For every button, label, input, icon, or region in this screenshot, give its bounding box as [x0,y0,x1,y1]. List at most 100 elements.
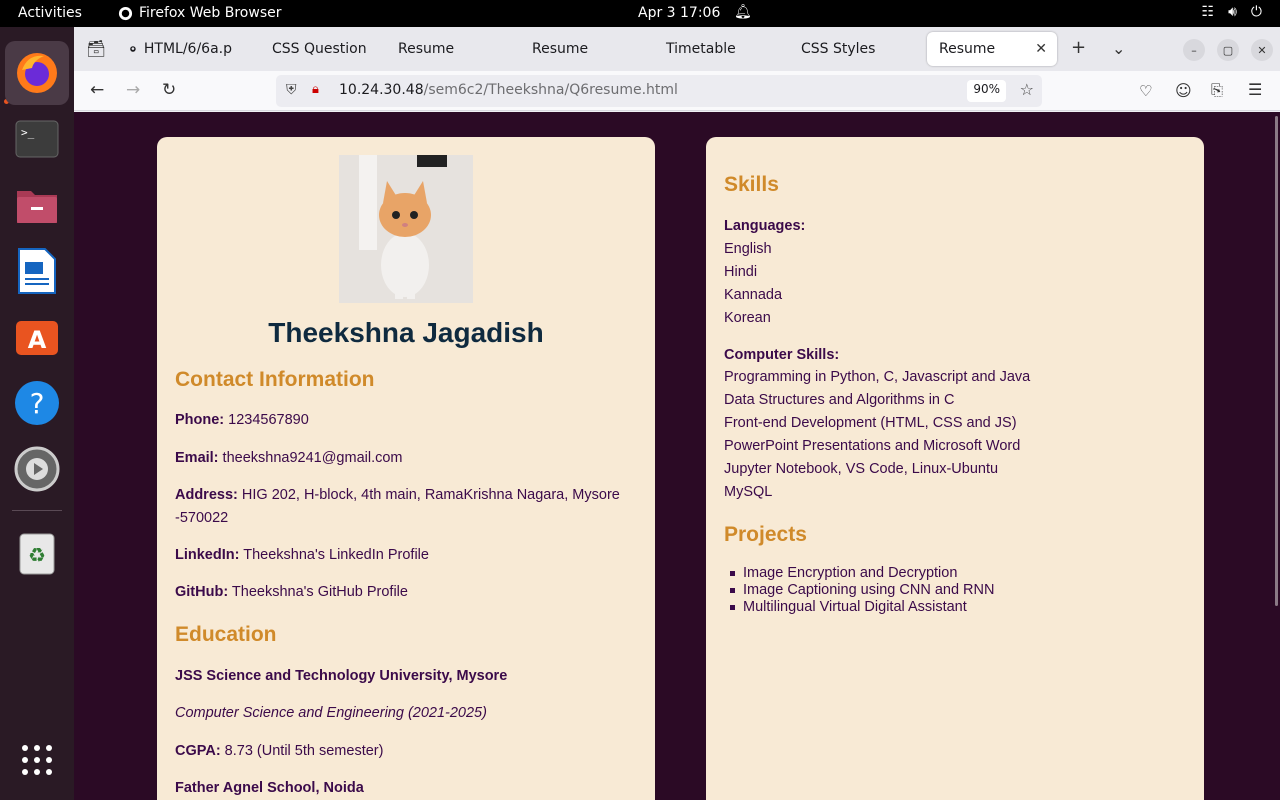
language-item: Korean [724,310,771,326]
language-item: Hindi [724,264,758,280]
tab-timetable[interactable]: Timetable [654,32,780,66]
maximize-icon[interactable]: ▢ [1217,39,1239,61]
tab-github[interactable]: HTML/6/6a.p [118,32,244,66]
close-window-icon[interactable]: ✕ [1251,39,1273,61]
tab-resume-1[interactable]: Resume [386,32,512,66]
address-line: Address: HIG 202, H-block, 4th main, Ram… [175,484,635,530]
email-label: Email: [175,450,219,466]
forward-icon[interactable]: → [126,80,140,100]
app-menu[interactable]: Firefox Web Browser [118,5,282,21]
tab-label: Timetable [666,41,736,57]
settings-icon[interactable] [5,437,69,501]
languages-label-line: Languages: [724,215,805,238]
tab-label: CSS Question [272,41,367,57]
university-line: JSS Science and Technology University, M… [175,665,507,688]
skills-card: Skills Languages: English Hindi Kannada … [706,137,1204,800]
phone-line: Phone: 1234567890 [175,409,309,432]
project-item: Image Captioning using CNN and RNN [724,582,994,599]
tab-resume-active[interactable]: Resume ✕ [927,32,1057,66]
help-icon[interactable]: ? [5,371,69,435]
zoom-level[interactable]: 90% [967,80,1006,102]
dock: >_ A ? ♻ [0,27,74,800]
files-icon[interactable] [5,173,69,237]
new-tab-icon[interactable]: + [1071,37,1086,58]
school-line: Father Agnel School, Noida [175,777,364,800]
address-label: Address: [175,487,238,503]
svg-text:♻: ♻ [28,543,46,567]
school: Father Agnel School, Noida [175,780,364,796]
skill-item: MySQL [724,484,773,500]
system-tray[interactable]: ☷ 🔊︎ ⏻ [1202,4,1262,20]
languages-list: English Hindi Kannada Korean [724,238,782,330]
firefox-small-icon [118,6,133,20]
computer-skills-label-line: Computer Skills: [724,344,839,367]
email-value[interactable]: theekshna9241@gmail.com [219,450,403,466]
url-host: 10.24.30.48 [339,82,424,98]
project-item: Image Encryption and Decryption [724,565,994,582]
close-tab-icon[interactable]: ✕ [1035,41,1047,57]
skill-item: Front-end Development (HTML, CSS and JS) [724,415,1017,431]
power-icon: ⏻ [1250,4,1262,20]
skill-item: PowerPoint Presentations and Microsoft W… [724,438,1021,454]
tab-css-question[interactable]: f CSS Question [252,32,378,66]
pocket-icon[interactable]: ♡ [1139,82,1152,100]
tab-resume-2[interactable]: Resume [520,32,646,66]
list-tabs-icon[interactable]: ⌄ [1112,39,1125,58]
url-text[interactable]: 10.24.30.48/sem6c2/Theekshna/Q6resume.ht… [339,82,678,98]
tab-label: Resume [398,41,455,57]
tab-overview-icon[interactable]: 🗃︎ [86,39,106,58]
clock[interactable]: Apr 3 17:06 [638,5,720,21]
language-item: English [724,241,772,257]
app-grid-icon[interactable] [5,728,69,792]
computer-skills-list: Programming in Python, C, Javascript and… [724,366,1030,504]
github-link[interactable]: Theekshna's GitHub Profile [228,584,408,600]
projects-list: Image Encryption and Decryption Image Ca… [724,565,994,616]
nav-bar: ← → ↻ ⛨ 🔒︎ 10.24.30.48/sem6c2/Theekshna/… [74,71,1280,111]
projects-heading: Projects [724,523,807,546]
bell-icon[interactable]: 🔔︎ [734,4,752,20]
degree: Computer Science and Engineering (2021-2… [175,705,487,721]
extensions-icon[interactable]: ⎘ [1211,81,1223,99]
skill-item: Data Structures and Algorithms in C [724,392,955,408]
university: JSS Science and Technology University, M… [175,668,508,684]
skill-item: Programming in Python, C, Javascript and… [724,369,1031,385]
cgpa-value: 8.73 (Until 5th semester) [220,743,384,759]
address-value-2: -570022 [175,510,229,526]
contact-heading: Contact Information [175,368,375,391]
svg-text:?: ? [30,387,45,420]
firefox-icon[interactable] [5,41,69,105]
minimize-icon[interactable]: – [1183,39,1205,61]
phone-label: Phone: [175,412,225,428]
scrollbar[interactable] [1275,116,1278,606]
linkedin-link[interactable]: Theekshna's LinkedIn Profile [239,547,429,563]
tab-css-styles[interactable]: CSS Styles [789,32,915,66]
volume-icon: 🔊︎ [1228,4,1237,20]
email-line: Email: theekshna9241@gmail.com [175,447,403,470]
trash-icon[interactable]: ♻ [5,521,69,585]
github-line: GitHub: Theekshna's GitHub Profile [175,581,408,604]
account-icon[interactable]: ☺ [1175,81,1192,100]
tab-label: HTML/6/6a.p [143,41,232,57]
svg-text:>_: >_ [21,126,35,139]
insecure-lock-icon[interactable]: 🔒︎ [312,82,319,97]
bookmark-star-icon[interactable]: ☆ [1020,80,1034,99]
tab-label: Resume [532,41,589,57]
back-icon[interactable]: ← [90,80,104,100]
github-label: GitHub: [175,584,229,600]
menu-icon[interactable]: ☰ [1248,80,1262,99]
tab-label: CSS Styles [801,41,876,57]
shield-icon[interactable]: ⛨ [286,82,297,98]
browser-window: 🗃︎ HTML/6/6a.p f CSS Question Resume Res… [74,27,1280,800]
svg-text:A: A [28,326,47,354]
url-path: /sem6c2/Theekshna/Q6resume.html [423,82,678,98]
profile-photo [339,155,473,303]
terminal-icon[interactable]: >_ [5,107,69,171]
reload-icon[interactable]: ↻ [162,80,176,100]
software-icon[interactable]: A [5,305,69,369]
url-bar[interactable]: ⛨ 🔒︎ 10.24.30.48/sem6c2/Theekshna/Q6resu… [276,75,1042,107]
activities-button[interactable]: Activities [18,5,82,21]
project-item: Multilingual Virtual Digital Assistant [724,599,994,616]
computer-skills-label: Computer Skills: [724,347,840,363]
cgpa-line: CGPA: 8.73 (Until 5th semester) [175,740,383,763]
writer-icon[interactable] [5,239,69,303]
